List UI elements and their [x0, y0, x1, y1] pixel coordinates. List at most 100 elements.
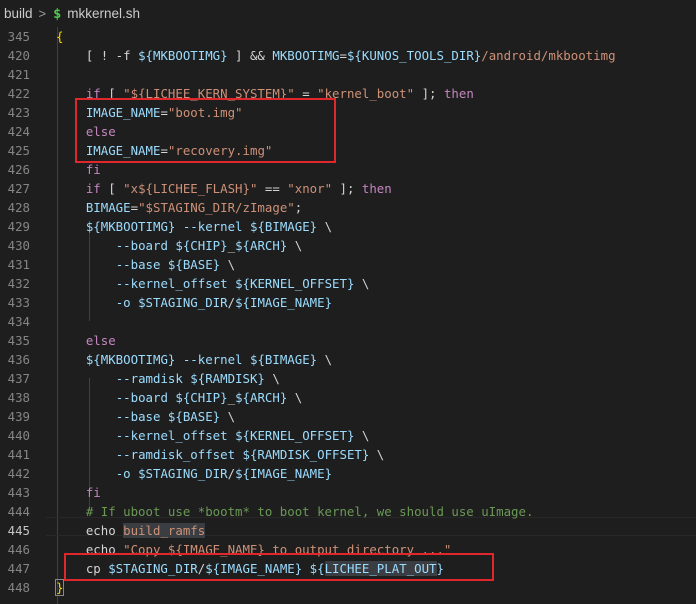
breadcrumb-file[interactable]: mkkernel.sh — [67, 6, 140, 21]
code-line[interactable]: 429 ${MKBOOTIMG} --kernel ${BIMAGE} \ — [0, 217, 696, 236]
code-line[interactable]: 431 --base ${BASE} \ — [0, 255, 696, 274]
code-token: \ — [264, 371, 280, 386]
code-token: then — [361, 181, 392, 196]
code-text: if [ "x${LICHEE_FLASH}" == "xnor" ]; the… — [56, 179, 392, 198]
line-number: 420 — [7, 48, 30, 63]
code-token: then — [443, 86, 474, 101]
code-token: ${MKBOOTIMG} — [85, 352, 176, 367]
line-number: 445 — [7, 523, 30, 538]
code-text: --base ${BASE} \ — [56, 407, 235, 426]
code-line[interactable]: 443 fi — [0, 483, 696, 502]
code-line[interactable]: 345 { — [0, 27, 696, 46]
code-line[interactable]: 433 -o $STAGING_DIR/${IMAGE_NAME} — [0, 293, 696, 312]
code-text: --base ${BASE} \ — [56, 255, 235, 274]
line-number: 447 — [7, 561, 30, 576]
code-token: build_ramfs — [123, 523, 206, 538]
line-number: 426 — [7, 162, 30, 177]
code-token: ${MKBOOTIMG} — [138, 48, 228, 63]
code-token: \ — [287, 238, 303, 253]
code-token: \ — [354, 428, 370, 443]
line-number: 436 — [7, 352, 30, 367]
code-text: } — [54, 578, 65, 597]
code-text: ${MKBOOTIMG} --kernel ${BIMAGE} \ — [56, 217, 332, 236]
line-number: 433 — [7, 295, 30, 310]
code-token: / — [227, 295, 236, 310]
code-text: else — [56, 331, 116, 350]
code-line[interactable]: 428 BIMAGE="$STAGING_DIR/zImage"; — [0, 198, 696, 217]
code-line[interactable]: 435 else — [0, 331, 696, 350]
code-token: --board — [115, 238, 168, 253]
code-line[interactable]: 427 if [ "x${LICHEE_FLASH}" == "xnor" ];… — [0, 179, 696, 198]
line-number: 422 — [7, 86, 30, 101]
code-token: echo — [56, 523, 124, 538]
breadcrumb-folder[interactable]: build — [4, 6, 33, 21]
code-token: ${KUNOS_TOOLS_DIR} — [346, 48, 482, 63]
code-line[interactable]: 440 --kernel_offset ${KERNEL_OFFSET} \ — [0, 426, 696, 445]
code-token: \ — [354, 276, 370, 291]
code-token: "xnor" — [287, 181, 333, 196]
code-text: # If uboot use *bootm* to boot kernel, w… — [56, 502, 534, 521]
code-token: \ — [317, 352, 333, 367]
code-text: -o $STAGING_DIR/${IMAGE_NAME} — [56, 464, 332, 483]
code-line[interactable]: 420 [ ! -f ${MKBOOTIMG} ] && MKBOOTIMG=$… — [0, 46, 696, 65]
code-text: --ramdisk_offset ${RAMDISK_OFFSET} \ — [56, 445, 385, 464]
code-token: ${BIMAGE} — [250, 352, 318, 367]
code-text: --kernel_offset ${KERNEL_OFFSET} \ — [56, 274, 370, 293]
code-token: # If uboot use *bootm* to boot kernel, w… — [85, 504, 534, 519]
code-token: BIMAGE — [85, 200, 131, 215]
line-number: 443 — [7, 485, 30, 500]
code-line[interactable]: 436 ${MKBOOTIMG} --kernel ${BIMAGE} \ — [0, 350, 696, 369]
code-line[interactable]: 421 — [0, 65, 696, 84]
chevron-right-icon: > — [38, 6, 47, 21]
code-token: --ramdisk — [115, 371, 183, 386]
code-line[interactable]: 444 # If uboot use *bootm* to boot kerne… — [0, 502, 696, 521]
line-number: 435 — [7, 333, 30, 348]
code-token: "x${LICHEE_FLASH}" — [123, 181, 258, 196]
code-token: "$STAGING_DIR/zImage" — [138, 200, 295, 215]
code-text: fi — [56, 483, 101, 502]
code-line[interactable]: 442 -o $STAGING_DIR/${IMAGE_NAME} — [0, 464, 696, 483]
code-line[interactable]: 439 --base ${BASE} \ — [0, 407, 696, 426]
code-token: { — [56, 29, 64, 44]
code-line[interactable]: 445 echo build_ramfs — [0, 521, 696, 540]
line-number: 440 — [7, 428, 30, 443]
code-token: ]; — [332, 181, 362, 196]
code-line[interactable]: 432 --kernel_offset ${KERNEL_OFFSET} \ — [0, 274, 696, 293]
code-line[interactable]: 430 --board ${CHIP}_${ARCH} \ — [0, 236, 696, 255]
code-line[interactable]: 441 --ramdisk_offset ${RAMDISK_OFFSET} \ — [0, 445, 696, 464]
code-line[interactable]: 434 — [0, 312, 696, 331]
code-token: ${CHIP} — [175, 238, 228, 253]
code-token: [ — [100, 181, 124, 196]
code-line[interactable]: 437 --ramdisk ${RAMDISK} \ — [0, 369, 696, 388]
line-number: 423 — [7, 105, 30, 120]
code-token: --kernel — [182, 219, 243, 234]
code-token: ${RAMDISK_OFFSET} — [242, 447, 370, 462]
code-token: --ramdisk_offset — [115, 447, 236, 462]
code-token: _ — [227, 238, 236, 253]
code-token: -o — [115, 295, 131, 310]
line-number: 431 — [7, 257, 30, 272]
code-line[interactable]: 438 --board ${CHIP}_${ARCH} \ — [0, 388, 696, 407]
code-editor[interactable]: 345 {420 [ ! -f ${MKBOOTIMG} ] && MKBOOTI… — [0, 27, 696, 604]
line-number: 430 — [7, 238, 30, 253]
line-number: 438 — [7, 390, 30, 405]
code-text: --kernel_offset ${KERNEL_OFFSET} \ — [56, 426, 370, 445]
code-text: --board ${CHIP}_${ARCH} \ — [56, 236, 303, 255]
line-number: 425 — [7, 143, 30, 158]
line-number: 437 — [7, 371, 30, 386]
code-token: ; — [294, 200, 303, 215]
code-token: = — [339, 48, 347, 63]
